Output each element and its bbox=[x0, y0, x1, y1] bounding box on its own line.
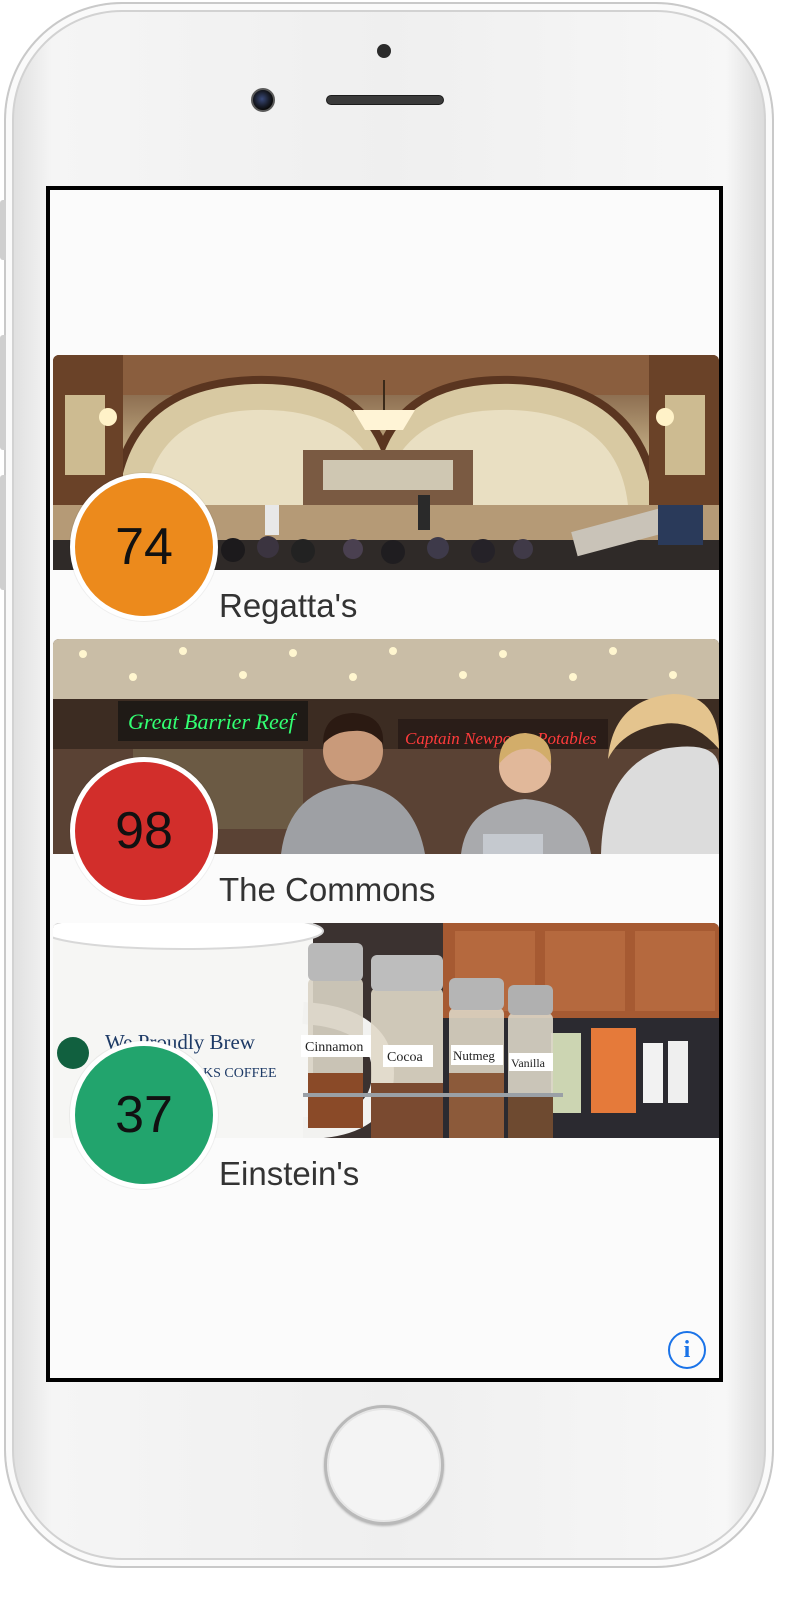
front-camera bbox=[251, 88, 275, 112]
venue-card-einsteins[interactable]: We Proudly Brew KS COFFEE Cinnamon Cocoa… bbox=[53, 923, 719, 1193]
home-button[interactable] bbox=[324, 1405, 444, 1525]
earpiece-speaker bbox=[326, 95, 444, 105]
app-view: 74 Regatta's Great Barrier Reef Captain … bbox=[50, 190, 719, 1378]
volume-down-button bbox=[0, 475, 6, 590]
screen: 74 Regatta's Great Barrier Reef Captain … bbox=[46, 186, 723, 1382]
crowd-score-badge: 37 bbox=[70, 1041, 218, 1189]
jar-label-vanilla: Vanilla bbox=[511, 1056, 546, 1070]
mute-switch bbox=[0, 200, 6, 260]
venue-name: Regatta's bbox=[219, 587, 358, 624]
crowd-score-value: 98 bbox=[115, 802, 173, 860]
venue-card-regattas[interactable]: 74 Regatta's bbox=[53, 355, 719, 625]
jar-label-nutmeg: Nutmeg bbox=[453, 1048, 495, 1063]
info-icon[interactable]: i bbox=[668, 1331, 706, 1369]
crowd-score-value: 37 bbox=[115, 1086, 173, 1144]
svg-text:Captain Newport's Potables: Captain Newport's Potables bbox=[405, 729, 597, 748]
info-glyph: i bbox=[683, 1336, 691, 1363]
crowd-score-value: 74 bbox=[115, 518, 173, 576]
mug-text-coffee: KS COFFEE bbox=[203, 1066, 277, 1081]
venue-name: The Commons bbox=[219, 871, 436, 908]
volume-up-button bbox=[0, 335, 6, 450]
crowd-score-badge: 98 bbox=[70, 757, 218, 905]
crowd-score-badge: 74 bbox=[70, 473, 218, 621]
svg-text:Great Barrier Reef: Great Barrier Reef bbox=[128, 709, 297, 734]
venue-name: Einstein's bbox=[219, 1155, 360, 1192]
proximity-sensor bbox=[377, 44, 391, 58]
venue-card-the-commons[interactable]: Great Barrier Reef Captain Newport's Pot… bbox=[53, 639, 719, 909]
jar-label-cocoa: Cocoa bbox=[387, 1050, 424, 1065]
jar-label-cinnamon: Cinnamon bbox=[305, 1040, 363, 1055]
